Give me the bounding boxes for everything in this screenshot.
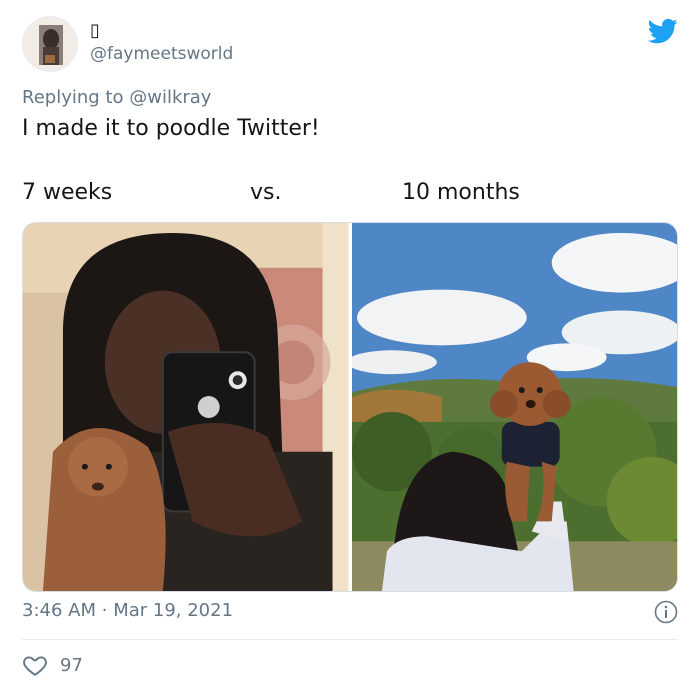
reply-context: Replying to @wilkray — [22, 87, 211, 108]
tweet-time: 3:46 AM — [22, 600, 96, 621]
media-gallery — [22, 222, 678, 592]
caption-right: 10 months — [402, 180, 520, 205]
caption-mid: vs. — [250, 180, 282, 205]
media-photo-poodle-landscape[interactable] — [351, 223, 677, 591]
info-icon[interactable] — [654, 600, 678, 624]
tweet-card: ▯ @faymeetsworld Replying to @wilkray I … — [0, 0, 700, 694]
caption-left: 7 weeks — [22, 180, 113, 205]
author-handle[interactable]: @faymeetsworld — [90, 44, 233, 64]
author-display-name[interactable]: ▯ — [90, 20, 100, 41]
timestamp-separator: · — [101, 600, 108, 621]
tweet-text: I made it to poodle Twitter! — [22, 116, 320, 141]
reply-prefix: Replying to — [22, 87, 124, 108]
avatar[interactable] — [22, 16, 78, 72]
like-action[interactable]: 97 — [22, 652, 83, 678]
reply-mention-link[interactable]: @wilkray — [129, 87, 211, 108]
like-count: 97 — [60, 654, 83, 676]
heart-icon[interactable] — [22, 652, 48, 678]
twitter-bird-icon[interactable] — [648, 16, 678, 46]
tweet-date: Mar 19, 2021 — [113, 600, 234, 621]
media-photo-puppy-selfie[interactable] — [23, 223, 349, 591]
divider — [22, 639, 678, 640]
tweet-timestamp[interactable]: 3:46 AM · Mar 19, 2021 — [22, 600, 233, 621]
